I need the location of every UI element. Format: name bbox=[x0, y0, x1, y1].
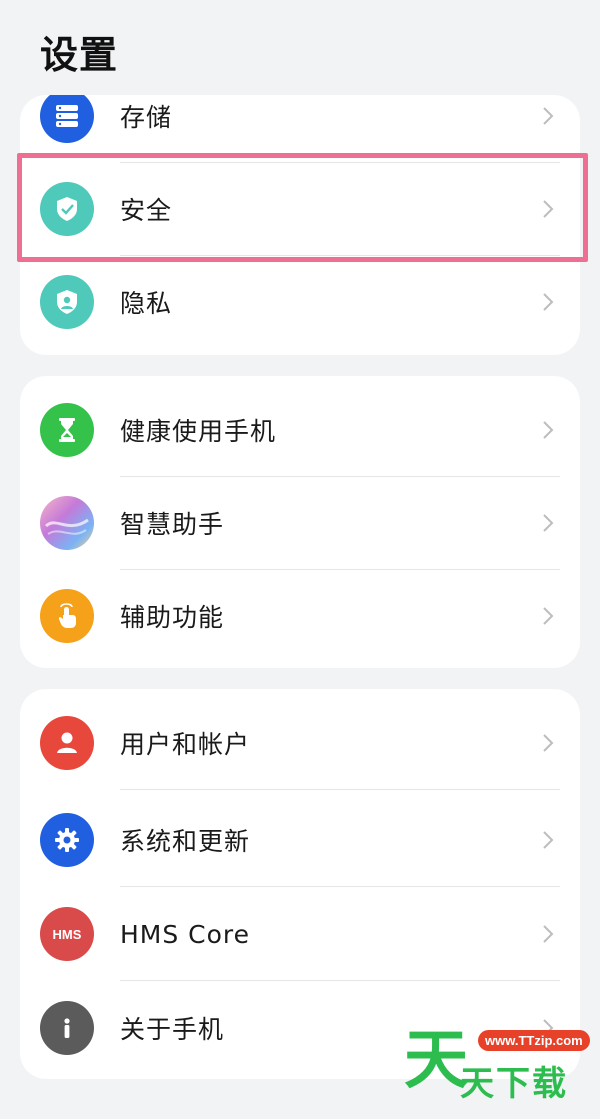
divider bbox=[120, 789, 560, 790]
settings-group-system: 用户和帐户 系统和更新 HMS HMS Core 关于手机 bbox=[20, 689, 580, 1079]
settings-item-digital-balance[interactable]: 健康使用手机 bbox=[20, 383, 580, 477]
chevron-right-icon bbox=[543, 831, 554, 849]
settings-item-system-update[interactable]: 系统和更新 bbox=[20, 793, 580, 887]
settings-item-label: 用户和帐户 bbox=[120, 730, 251, 759]
settings-item-users[interactable]: 用户和帐户 bbox=[20, 696, 580, 790]
settings-item-accessibility[interactable]: 辅助功能 bbox=[20, 569, 580, 663]
page-title: 设置 bbox=[40, 33, 119, 77]
storage-icon bbox=[40, 95, 94, 143]
settings-item-label: 关于手机 bbox=[120, 1015, 225, 1044]
chevron-right-icon bbox=[543, 107, 554, 125]
assistant-orb-icon bbox=[40, 496, 94, 550]
hms-icon-text: HMS bbox=[52, 926, 82, 942]
hourglass-icon bbox=[40, 403, 94, 457]
chevron-right-icon bbox=[543, 293, 554, 311]
watermark-big-char: 天 bbox=[404, 1024, 468, 1098]
settings-group-wellbeing: 健康使用手机 智慧助手 辅助功能 bbox=[20, 376, 580, 668]
settings-item-assistant[interactable]: 智慧助手 bbox=[20, 476, 580, 570]
hms-icon: HMS bbox=[40, 907, 94, 961]
settings-item-privacy[interactable]: 隐私 bbox=[20, 255, 580, 349]
chevron-right-icon bbox=[543, 421, 554, 439]
settings-item-label: 健康使用手机 bbox=[120, 417, 277, 446]
settings-item-label: HMS Core bbox=[120, 919, 251, 949]
touch-hand-icon bbox=[40, 589, 94, 643]
chevron-right-icon bbox=[543, 514, 554, 532]
user-icon bbox=[40, 716, 94, 770]
chevron-right-icon bbox=[543, 607, 554, 625]
watermark-text: 天下载 bbox=[460, 1064, 568, 1104]
chevron-right-icon bbox=[543, 925, 554, 943]
chevron-right-icon bbox=[543, 734, 554, 752]
privacy-shield-icon bbox=[40, 275, 94, 329]
gear-icon bbox=[40, 813, 94, 867]
watermark-logo: 天 www.TTzip.com 天下载 bbox=[404, 1024, 590, 1104]
info-icon bbox=[40, 1001, 94, 1055]
highlight-frame bbox=[17, 153, 588, 262]
settings-page: 设置 存储 安全 隐私 健康使用手机 智慧助手 辅助功能 用户和帐户 系统和更新… bbox=[0, 0, 600, 1119]
settings-item-label: 隐私 bbox=[120, 289, 173, 318]
settings-item-hms-core[interactable]: HMS HMS Core bbox=[20, 887, 580, 981]
watermark-url: www.TTzip.com bbox=[478, 1030, 590, 1051]
settings-item-label: 智慧助手 bbox=[120, 510, 225, 539]
settings-item-label: 辅助功能 bbox=[120, 603, 225, 632]
settings-item-label: 系统和更新 bbox=[120, 827, 251, 856]
